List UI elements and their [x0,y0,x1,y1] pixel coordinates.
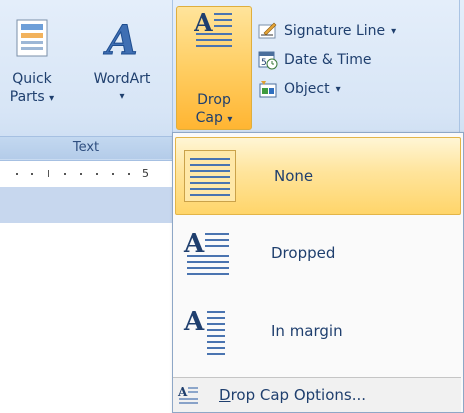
object-label: Object [284,81,330,97]
ruler-number: 5 [142,167,149,180]
svg-text:A: A [194,9,213,37]
quick-parts-label-line2: Parts ▾ [4,88,60,108]
text-group-label: Text [72,140,100,155]
quick-parts-button[interactable]: Quick Parts ▾ [4,18,60,108]
drop-cap-options-item[interactable]: A Drop Cap Options... [173,384,366,406]
group-separator [459,0,460,138]
access-key: D [219,386,231,404]
signature-line-button[interactable]: Signature Line ▾ [258,18,396,44]
text-group-footer: Text [0,136,172,159]
drop-cap-button[interactable]: A Drop Cap ▾ [176,6,252,130]
ruler-tick [80,173,82,175]
wordart-label: WordArt [93,71,151,87]
date-time-label: Date & Time [284,52,372,68]
menu-item-dropped-label: Dropped [271,244,336,262]
chevron-down-icon: ▾ [49,93,55,104]
ruler-tick [112,173,114,175]
drop-cap-dropped-icon: A [183,229,229,275]
svg-text:A: A [183,229,205,259]
menu-footer: A Drop Cap Options... [173,378,461,412]
ruler-tick [96,173,98,175]
svg-text:A: A [102,18,137,58]
drop-cap-in-margin-icon: A [183,307,225,355]
ruler-tick [64,173,66,175]
object-button[interactable]: Object ▾ [258,76,341,102]
object-icon [259,81,277,98]
menu-item-in-margin[interactable]: A In margin [175,293,459,369]
ruler-tick [128,173,130,175]
group-separator [172,0,173,138]
drop-cap-options-icon: A [177,385,198,404]
signature-line-icon [258,22,277,39]
wordart-button[interactable]: A WordArt ▾ [84,17,160,106]
menu-item-none[interactable]: None [175,137,461,215]
quick-parts-label-text: Parts [9,89,45,105]
signature-line-label: Signature Line [284,23,386,39]
date-time-icon: 5 [258,51,278,70]
svg-text:A: A [183,307,205,337]
chevron-down-icon: ▾ [391,25,397,37]
date-time-button[interactable]: 5 Date & Time [258,47,372,73]
wordart-icon: A [102,17,138,65]
chevron-down-icon: ▾ [227,114,233,125]
menu-item-dropped[interactable]: A Dropped [175,215,459,291]
drop-cap-icon: A [193,8,232,47]
menu-item-none-label: None [274,167,314,185]
menu-item-in-margin-label: In margin [271,322,343,340]
quick-parts-icon [16,19,48,57]
drop-cap-menu: None A Dropped A In margin A Drop Cap Op… [172,132,464,413]
ruler-tick [16,173,18,175]
drop-cap-label-line2: Cap ▾ [177,109,251,129]
chevron-down-icon: ▾ [119,91,125,102]
ruler-tick [48,170,49,177]
ruler-tick [31,173,33,175]
chevron-down-icon: ▾ [335,83,341,95]
svg-text:5: 5 [261,58,267,68]
document-background [0,187,172,223]
svg-text:A: A [177,385,188,399]
quick-parts-label-line1: Quick [12,71,52,87]
horizontal-ruler[interactable]: 5 [0,160,172,188]
drop-cap-none-icon [184,150,236,202]
drop-cap-options-text: rop Cap Options... [230,386,367,404]
drop-cap-label-line1: Drop [197,92,231,108]
drop-cap-options-label: Drop Cap Options... [219,386,366,404]
drop-cap-label-text: Cap [195,110,223,126]
